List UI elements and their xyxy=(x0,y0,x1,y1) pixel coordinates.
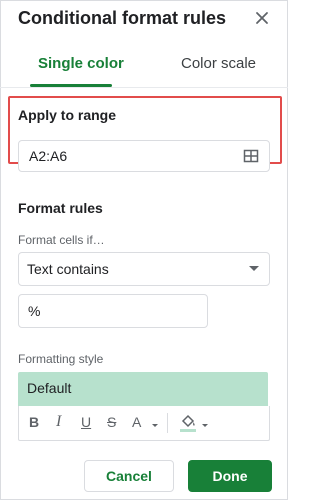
tabs-bar: Single color Color scale xyxy=(0,55,288,85)
strikethrough-button[interactable]: S xyxy=(107,414,116,430)
format-rules-label: Format rules xyxy=(18,200,103,216)
bold-button[interactable]: B xyxy=(29,414,39,430)
grid-icon[interactable] xyxy=(243,148,259,164)
fill-color-icon[interactable] xyxy=(179,413,197,433)
condition-label: Format cells if… xyxy=(18,233,105,247)
condition-value: Text contains xyxy=(27,261,109,277)
apply-range-label: Apply to range xyxy=(18,107,117,123)
value-text: % xyxy=(28,303,41,319)
range-value: A2:A6 xyxy=(29,148,68,164)
condition-select[interactable]: Text contains xyxy=(18,252,270,286)
text-color-button[interactable]: A xyxy=(132,414,141,430)
style-preset-value: Default xyxy=(27,380,72,396)
divider xyxy=(0,87,288,88)
cancel-button[interactable]: Cancel xyxy=(84,460,174,492)
tab-color-scale[interactable]: Color scale xyxy=(181,55,256,85)
italic-button[interactable]: I xyxy=(56,413,61,431)
chevron-down-icon[interactable] xyxy=(152,424,158,427)
toolbar-separator xyxy=(167,413,168,433)
done-button[interactable]: Done xyxy=(188,460,272,492)
chevron-down-icon xyxy=(249,266,259,271)
chevron-down-icon[interactable] xyxy=(202,424,208,427)
formatting-style-label: Formatting style xyxy=(18,352,104,366)
format-toolbar: B I U S A xyxy=(18,406,270,441)
range-input[interactable]: A2:A6 xyxy=(18,140,270,172)
close-icon[interactable] xyxy=(252,8,272,28)
panel-title: Conditional format rules xyxy=(18,8,227,28)
value-input[interactable]: % xyxy=(18,294,208,328)
underline-button[interactable]: U xyxy=(81,414,91,430)
style-preset-selector[interactable]: Default xyxy=(18,372,268,406)
tab-single-color[interactable]: Single color xyxy=(38,55,124,85)
